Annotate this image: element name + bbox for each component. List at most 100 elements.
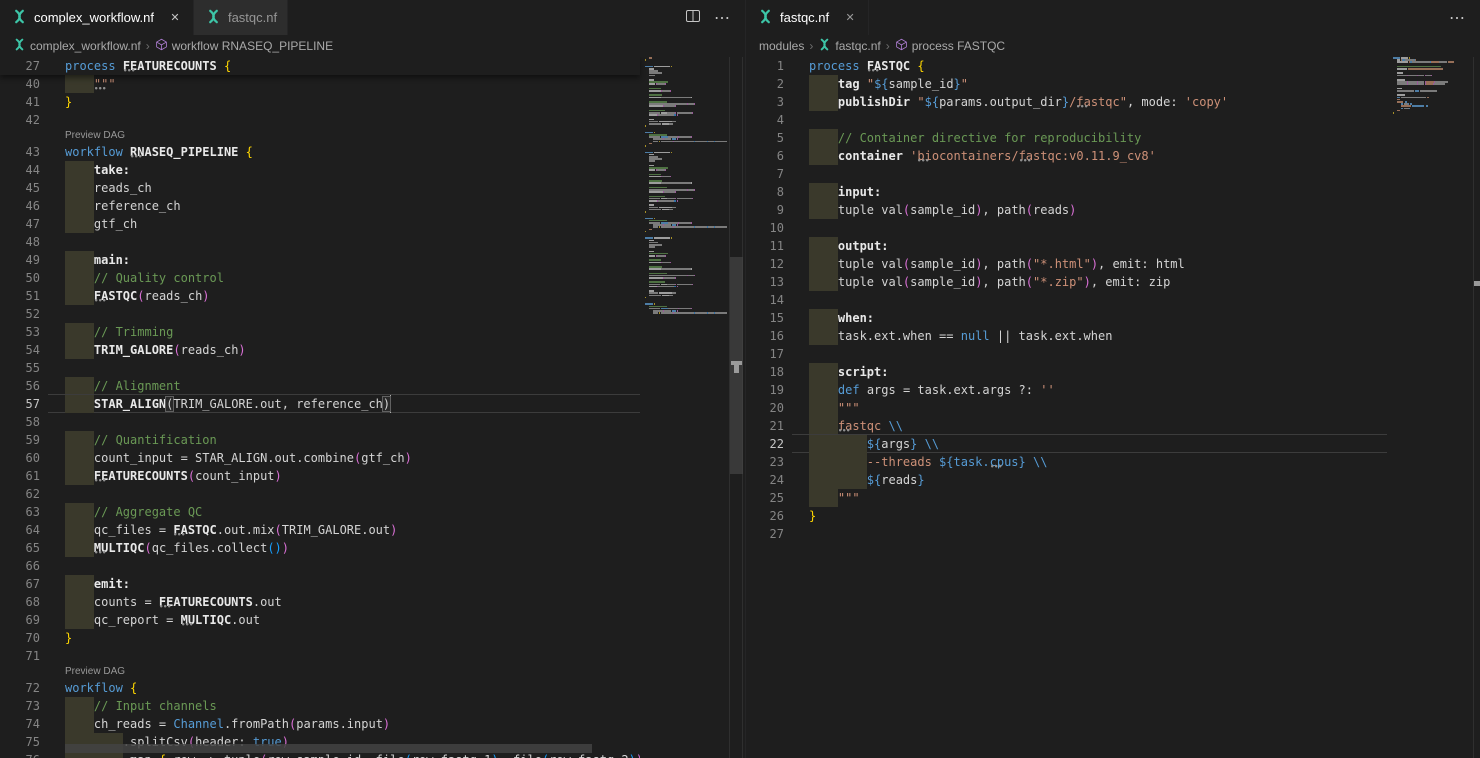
code-line[interactable]: 15 when: — [746, 309, 1387, 327]
code-line[interactable]: 7 — [746, 165, 1387, 183]
more-actions-icon[interactable]: ⋯ — [1449, 8, 1466, 28]
code-line[interactable]: 25 """ — [746, 489, 1387, 507]
minimap-left[interactable] — [643, 57, 727, 758]
code-line[interactable]: 6 container 'biocontainers/fastqc:v0.11.… — [746, 147, 1387, 165]
code-line[interactable]: 20 """ — [746, 399, 1387, 417]
code-line[interactable]: 41} — [0, 93, 640, 111]
line-number: 43 — [0, 143, 40, 161]
editor-right[interactable]: 1process FASTQC {2 tag "${sample_id}"3 p… — [746, 57, 1480, 758]
code-line[interactable]: 61 FEATURECOUNTS(count_input) — [0, 467, 640, 485]
code-line[interactable]: 65 MULTIQC(qc_files.collect()) — [0, 539, 640, 557]
code-line[interactable]: 56 // Alignment — [0, 377, 640, 395]
code-line[interactable]: 19 def args = task.ext.args ?: '' — [746, 381, 1387, 399]
code-line[interactable]: 47 gtf_ch — [0, 215, 640, 233]
code-line[interactable]: 67 emit: — [0, 575, 640, 593]
code-line[interactable]: 64 qc_files = FASTQC.out.mix(TRIM_GALORE… — [0, 521, 640, 539]
scrollbar-drag-handle[interactable] — [1474, 281, 1480, 286]
vertical-scrollbar-left[interactable] — [729, 57, 743, 758]
code-line[interactable]: 72workflow { — [0, 679, 640, 697]
breadcrumb-symbol[interactable]: process FASTQC — [895, 38, 1005, 54]
line-number: 62 — [0, 485, 40, 503]
sticky-scroll-line[interactable]: 27process FEATURECOUNTS { — [0, 57, 640, 75]
code-line[interactable]: 59 // Quantification — [0, 431, 640, 449]
line-number: 57 — [0, 395, 40, 413]
code-line[interactable]: 13 tuple val(sample_id), path("*.zip"), … — [746, 273, 1387, 291]
breadcrumb-label: complex_workflow.nf — [30, 39, 141, 53]
code-line[interactable]: 9 tuple val(sample_id), path(reads) — [746, 201, 1387, 219]
code-line[interactable]: 10 — [746, 219, 1387, 237]
nextflow-file-icon — [206, 9, 221, 27]
code-line[interactable]: 60 count_input = STAR_ALIGN.out.combine(… — [0, 449, 640, 467]
code-line[interactable]: 51 FASTQC(reads_ch) — [0, 287, 640, 305]
code-line[interactable]: 17 — [746, 345, 1387, 363]
breadcrumb-symbol[interactable]: workflow RNASEQ_PIPELINE — [155, 38, 333, 54]
code-line[interactable]: 11 output: — [746, 237, 1387, 255]
code-line[interactable]: 71 — [0, 647, 640, 665]
code-line[interactable]: 1process FASTQC { — [746, 57, 1387, 75]
code-line[interactable]: 63 // Aggregate QC — [0, 503, 640, 521]
code-line[interactable]: 4 — [746, 111, 1387, 129]
code-line[interactable]: 18 script: — [746, 363, 1387, 381]
line-number: 53 — [0, 323, 40, 341]
breadcrumb-separator: › — [146, 39, 150, 53]
line-number: 1 — [746, 57, 784, 75]
code-line[interactable]: 14 — [746, 291, 1387, 309]
tab-complex-workflow[interactable]: complex_workflow.nf ✕ — [0, 0, 194, 35]
code-line[interactable]: 8 input: — [746, 183, 1387, 201]
code-line[interactable]: 3 publishDir "${params.output_dir}/fastq… — [746, 93, 1387, 111]
line-number: 41 — [0, 93, 40, 111]
code-line[interactable]: 42 — [0, 111, 640, 129]
close-icon[interactable]: ✕ — [167, 10, 183, 26]
horizontal-scrollbar-left[interactable] — [65, 744, 592, 753]
breadcrumb-folder[interactable]: modules — [759, 39, 804, 53]
tab-label: complex_workflow.nf — [34, 10, 154, 25]
close-icon[interactable]: ✕ — [842, 10, 858, 26]
code-line[interactable]: 55 — [0, 359, 640, 377]
code-line[interactable]: 22 ${args} \\ — [746, 435, 1387, 453]
scrollbar-drag-handle[interactable] — [734, 364, 739, 373]
code-line[interactable]: 57 STAR_ALIGN(TRIM_GALORE.out, reference… — [0, 395, 640, 413]
code-line[interactable]: 54 TRIM_GALORE(reads_ch) — [0, 341, 640, 359]
code-area-left[interactable]: 40 """41}42Preview DAG43workflow RNASEQ_… — [0, 57, 640, 758]
code-line[interactable]: 45 reads_ch — [0, 179, 640, 197]
code-line[interactable]: 73 // Input channels — [0, 697, 640, 715]
code-line[interactable]: 26} — [746, 507, 1387, 525]
code-line[interactable]: 27 — [746, 525, 1387, 543]
code-line[interactable]: 66 — [0, 557, 640, 575]
tab-fastqc-right[interactable]: fastqc.nf ✕ — [746, 0, 869, 35]
editor-left[interactable]: 40 """41}42Preview DAG43workflow RNASEQ_… — [0, 57, 745, 758]
code-line[interactable]: 49 main: — [0, 251, 640, 269]
code-line[interactable]: 62 — [0, 485, 640, 503]
line-number: 5 — [746, 129, 784, 147]
code-line[interactable]: 74 ch_reads = Channel.fromPath(params.in… — [0, 715, 640, 733]
code-line[interactable]: 50 // Quality control — [0, 269, 640, 287]
code-area-right[interactable]: 1process FASTQC {2 tag "${sample_id}"3 p… — [746, 57, 1387, 758]
split-editor-icon[interactable] — [686, 9, 700, 27]
line-number: 63 — [0, 503, 40, 521]
codelens[interactable]: Preview DAG — [0, 665, 640, 679]
code-line[interactable]: 40 """ — [0, 75, 640, 93]
code-line[interactable]: 21 fastqc \\ — [746, 417, 1387, 435]
code-line[interactable]: 58 — [0, 413, 640, 431]
breadcrumb-file[interactable]: fastqc.nf — [818, 38, 880, 54]
code-line[interactable]: 5 // Container directive for reproducibi… — [746, 129, 1387, 147]
code-line[interactable]: 46 reference_ch — [0, 197, 640, 215]
code-line[interactable]: 70} — [0, 629, 640, 647]
code-line[interactable]: 48 — [0, 233, 640, 251]
minimap-right[interactable] — [1391, 57, 1457, 758]
code-line[interactable]: 69 qc_report = MULTIQC.out — [0, 611, 640, 629]
codelens[interactable]: Preview DAG — [0, 129, 640, 143]
more-actions-icon[interactable]: ⋯ — [714, 8, 731, 28]
code-line[interactable]: 2 tag "${sample_id}" — [746, 75, 1387, 93]
code-line[interactable]: 53 // Trimming — [0, 323, 640, 341]
tab-fastqc-left[interactable]: fastqc.nf — [194, 0, 288, 35]
code-line[interactable]: 44 take: — [0, 161, 640, 179]
code-line[interactable]: 16 task.ext.when == null || task.ext.whe… — [746, 327, 1387, 345]
code-line[interactable]: 68 counts = FEATURECOUNTS.out — [0, 593, 640, 611]
code-line[interactable]: 52 — [0, 305, 640, 323]
code-line[interactable]: 23 --threads ${task.cpus} \\ — [746, 453, 1387, 471]
code-line[interactable]: 43workflow RNASEQ_PIPELINE { — [0, 143, 640, 161]
code-line[interactable]: 24 ${reads} — [746, 471, 1387, 489]
code-line[interactable]: 12 tuple val(sample_id), path("*.html"),… — [746, 255, 1387, 273]
breadcrumb-file[interactable]: complex_workflow.nf — [13, 38, 141, 54]
